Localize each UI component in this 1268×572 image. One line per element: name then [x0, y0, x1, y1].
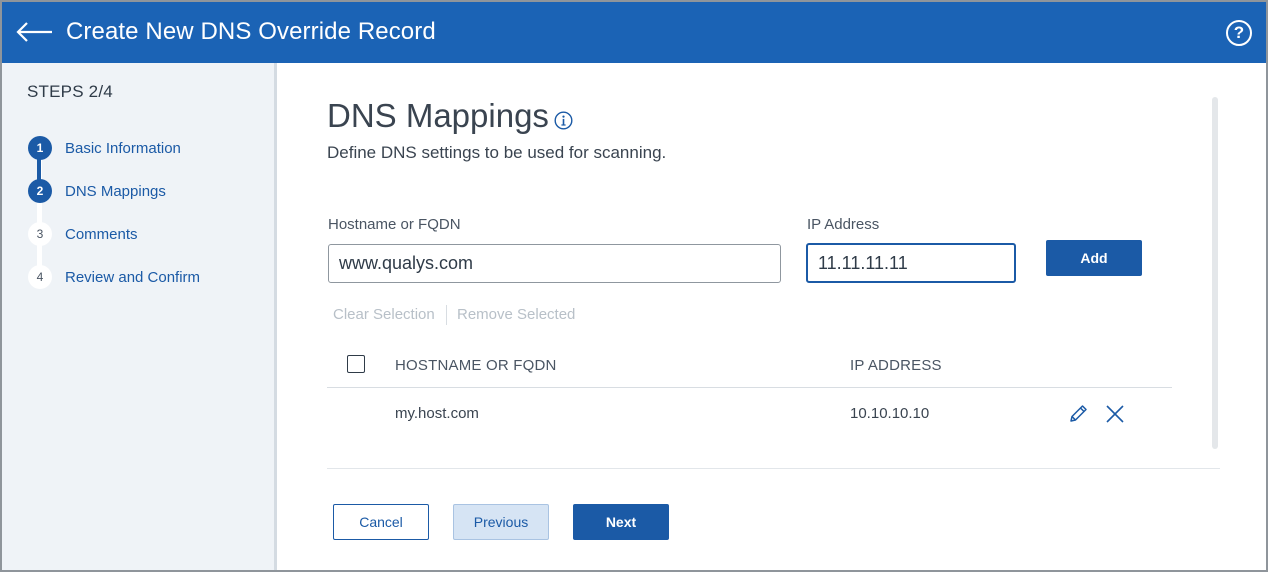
step-basic-information[interactable]: 1 Basic Information [28, 136, 181, 160]
arrow-left-icon [16, 22, 52, 42]
delete-close-icon[interactable] [1104, 403, 1126, 425]
footer-divider [327, 468, 1220, 469]
header-bar: Create New DNS Override Record ? [2, 2, 1266, 63]
step-dns-mappings[interactable]: 2 DNS Mappings [28, 179, 166, 203]
remove-selected-link[interactable]: Remove Selected [457, 306, 575, 323]
steps-sidebar: STEPS 2/4 1 Basic Information 2 DNS Mapp… [2, 63, 277, 570]
cancel-button[interactable]: Cancel [333, 504, 429, 540]
step-label: DNS Mappings [65, 182, 166, 200]
clear-selection-link[interactable]: Clear Selection [333, 306, 435, 323]
next-button[interactable]: Next [573, 504, 669, 540]
main-content: DNS Mappings Define DNS settings to be u… [280, 63, 1266, 570]
hostname-label: Hostname or FQDN [328, 216, 461, 233]
back-button[interactable] [14, 14, 56, 50]
page-header-title: Create New DNS Override Record [66, 18, 436, 45]
step-comments[interactable]: 3 Comments [28, 222, 138, 246]
step-number: 2 [28, 179, 52, 203]
step-number: 4 [28, 265, 52, 289]
info-icon[interactable] [554, 111, 573, 130]
select-all-checkbox[interactable] [347, 355, 365, 373]
edit-pencil-icon[interactable] [1067, 403, 1089, 425]
link-divider [446, 305, 447, 325]
step-label: Basic Information [65, 139, 181, 157]
column-header-ip-address: IP ADDRESS [850, 357, 942, 374]
table-header-divider [327, 387, 1172, 388]
step-label: Review and Confirm [65, 268, 201, 286]
cell-ip-address: 10.10.10.10 [850, 405, 930, 422]
column-header-hostname: HOSTNAME OR FQDN [395, 357, 557, 374]
step-number: 3 [28, 222, 52, 246]
page-title: DNS Mappings [327, 97, 549, 134]
step-label: Comments [65, 225, 138, 243]
step-number: 1 [28, 136, 52, 160]
steps-counter: STEPS 2/4 [27, 82, 113, 101]
step-review-and-confirm[interactable]: 4 Review and Confirm [28, 265, 200, 289]
app-window: Create New DNS Override Record ? STEPS 2… [0, 0, 1268, 572]
page-subtitle: Define DNS settings to be used for scann… [327, 143, 667, 162]
scrollbar[interactable] [1212, 97, 1218, 449]
previous-button[interactable]: Previous [453, 504, 549, 540]
hostname-input[interactable] [328, 244, 781, 283]
add-button[interactable]: Add [1046, 240, 1142, 276]
ip-address-input[interactable] [806, 243, 1016, 283]
cell-hostname: my.host.com [395, 405, 479, 422]
help-icon[interactable]: ? [1226, 20, 1252, 46]
ip-address-label: IP Address [807, 216, 880, 233]
